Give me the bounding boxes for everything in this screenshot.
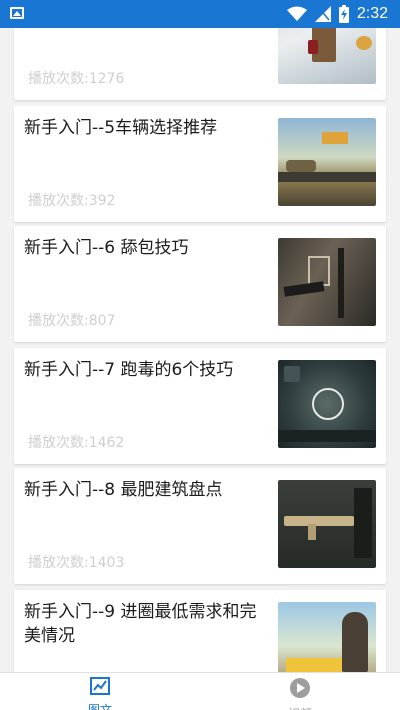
status-icons: 2:32 (286, 4, 388, 24)
article-card[interactable]: 新手入门--6 舔包技巧 播放次数:807 (14, 226, 386, 342)
article-card[interactable]: 新手入门--9 进圈最低需求和完美情况 (14, 590, 386, 672)
tab-videos[interactable]: 视频 (270, 677, 330, 710)
tab-articles-label: 图文 (87, 703, 112, 710)
chart-icon (90, 677, 110, 695)
tab-videos-label: 视频 (270, 705, 330, 710)
play-count: 播放次数:807 (28, 313, 116, 329)
article-title: 新手入门--5车辆选择推荐 (24, 118, 218, 138)
play-count: 播放次数:392 (28, 193, 116, 209)
play-count: 播放次数:1462 (28, 435, 125, 451)
article-thumbnail (278, 480, 376, 568)
article-title: 新手入门--8 最肥建筑盘点 (24, 480, 223, 500)
article-thumbnail (278, 602, 376, 672)
article-title: 新手入门--7 跑毒的6个技巧 (24, 360, 234, 380)
play-count: 播放次数:1276 (28, 71, 125, 87)
status-time: 2:32 (356, 5, 388, 22)
signal-icon (314, 6, 331, 22)
article-card[interactable]: 播放次数:1276 (14, 28, 386, 100)
play-count: 播放次数:1403 (28, 555, 125, 571)
play-icon (290, 678, 310, 698)
tab-articles[interactable]: 图文 (70, 677, 130, 710)
image-icon (10, 7, 24, 19)
article-card[interactable]: 新手入门--8 最肥建筑盘点 播放次数:1403 (14, 468, 386, 584)
article-list[interactable]: 播放次数:1276 新手入门--5车辆选择推荐 播放次数:392 新手入门--6… (0, 28, 400, 672)
wifi-icon (286, 6, 307, 21)
article-title: 新手入门--9 进圈最低需求和完美情况 (24, 602, 257, 646)
article-thumbnail (278, 360, 376, 448)
article-thumbnail (278, 118, 376, 206)
battery-charging-icon (338, 5, 349, 23)
article-thumbnail (278, 238, 376, 326)
article-card[interactable]: 新手入门--7 跑毒的6个技巧 播放次数:1462 (14, 348, 386, 464)
article-title: 新手入门--6 舔包技巧 (24, 238, 189, 258)
status-bar: 2:32 (0, 0, 400, 28)
article-card[interactable]: 新手入门--5车辆选择推荐 播放次数:392 (14, 106, 386, 222)
article-thumbnail (278, 28, 376, 84)
bottom-tab-bar: 图文 视频 (0, 672, 400, 710)
